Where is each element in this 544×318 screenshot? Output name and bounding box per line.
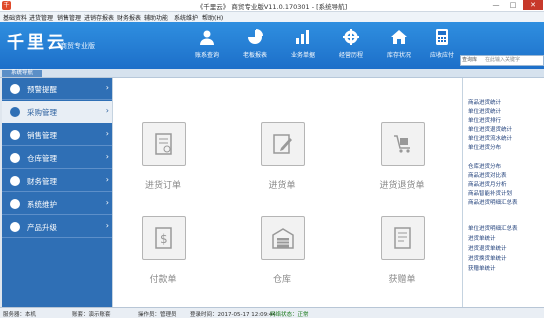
report-link[interactable]: 商品智能补货计划: [468, 189, 512, 197]
sidebar-item-purchase[interactable]: 采购管理 ›: [2, 101, 112, 123]
chevron-right-icon: ›: [105, 221, 109, 230]
report-link-panel: 商品进货统计 单位进货统计 单位进货排行 单位进货退货统计 单位进货流水统计 单…: [462, 78, 544, 307]
report-link[interactable]: 商品进货统计: [468, 98, 501, 106]
report-link[interactable]: 商品进货明细汇总表: [468, 198, 518, 206]
tab-strip: 系统导航: [0, 69, 544, 78]
window-title: 《千里云》 商贸专业版V11.0.170301 - [系统导航]: [196, 3, 348, 11]
calculator-icon: [436, 29, 448, 45]
report-link[interactable]: 商品进货对比表: [468, 171, 507, 179]
report-link[interactable]: 单位进货排行: [468, 116, 501, 124]
cart-icon: [10, 107, 20, 117]
report-link[interactable]: 单位进货退货统计: [468, 125, 512, 133]
payment-doc-icon: $: [155, 227, 172, 249]
menu-purchase[interactable]: 进货管理: [29, 13, 53, 22]
report-link[interactable]: 单位进货统计: [468, 107, 501, 115]
toolbar-business-history[interactable]: 经营历程: [334, 29, 368, 63]
card-purchase-return[interactable]: 进货退货单: [367, 122, 437, 192]
report-link[interactable]: 获赠单统计: [468, 264, 496, 272]
gear-icon: [343, 29, 359, 45]
chevron-right-icon: ›: [105, 152, 109, 161]
close-button[interactable]: ✕: [523, 0, 543, 10]
svg-text:$: $: [160, 232, 168, 246]
sidebar-item-alerts[interactable]: 预警提醒 ›: [2, 78, 112, 100]
report-link[interactable]: 单位进货分布: [468, 143, 501, 151]
search-scope-select[interactable]: 查询库: [462, 56, 483, 65]
brand-logo: 千里云: [7, 33, 67, 53]
title-bar: 千 《千里云》 商贸专业版V11.0.170301 - [系统导航] — □ ✕: [0, 0, 544, 12]
report-link[interactable]: 单位进货明细汇总表: [468, 224, 518, 232]
money-icon: [10, 176, 20, 186]
report-link[interactable]: 进货换货单统计: [468, 254, 507, 262]
card-gift-receipt[interactable]: 获赠单: [367, 216, 437, 286]
order-doc-icon: [155, 133, 172, 155]
report-link[interactable]: 单位进货流水统计: [468, 134, 512, 142]
toolbar-account-query[interactable]: 账系查询: [190, 29, 224, 63]
card-warehouse[interactable]: 仓库: [247, 216, 317, 286]
card-purchase-receipt[interactable]: 进货单: [247, 122, 317, 192]
report-link[interactable]: 进货单统计: [468, 234, 496, 242]
shop-icon: [10, 130, 20, 140]
search-input[interactable]: 在此输入关键字: [485, 56, 520, 65]
toolbar-boss-report[interactable]: 老板报表: [238, 29, 272, 63]
return-cart-icon: [394, 135, 410, 153]
chevron-right-icon: ›: [105, 83, 109, 92]
sidebar-item-sales[interactable]: 销售管理 ›: [2, 124, 112, 146]
card-payment[interactable]: $ 付款单: [128, 216, 198, 286]
bar-chart-icon: [296, 30, 309, 44]
chevron-right-icon: ›: [105, 198, 109, 207]
report-link[interactable]: 仓库进货分布: [468, 162, 501, 170]
pie-chart-icon: [248, 29, 263, 44]
keyword-search[interactable]: 查询库 在此输入关键字: [460, 55, 544, 66]
card-purchase-order[interactable]: 进货订单: [128, 122, 198, 192]
tab-system-nav[interactable]: 系统导航: [2, 70, 42, 77]
warehouse-icon: [272, 228, 294, 249]
menu-finance-reports[interactable]: 财务报表: [117, 13, 141, 22]
sidebar-item-system[interactable]: 系统维护 ›: [2, 193, 112, 215]
minimize-button[interactable]: —: [488, 0, 504, 10]
toolbar-stock-status[interactable]: 库存状况: [382, 29, 416, 63]
menu-inventory-reports[interactable]: 进销存报表: [84, 13, 114, 22]
wrench-icon: [10, 199, 20, 209]
menu-bar: 基础资料 进货管理 销售管理 进销存报表 财务报表 辅助功能 系统维护 帮助(H…: [0, 12, 544, 22]
brand-subtitle: 商贸专业版: [60, 42, 95, 50]
gift-doc-icon: [394, 227, 411, 249]
edit-doc-icon: [273, 134, 292, 154]
chevron-right-icon: ›: [105, 175, 109, 184]
menu-aux-functions[interactable]: 辅助功能: [144, 13, 168, 22]
main-panel: 进货订单 进货单 进货退货单 $ 付款单 仓库 获赠单: [112, 78, 463, 307]
menu-basic-data[interactable]: 基础资料: [3, 13, 27, 22]
sidebar: 预警提醒 › 采购管理 › 销售管理 › 仓库管理 › 财务管理 › 系统维护 …: [2, 78, 112, 307]
sidebar-item-warehouse[interactable]: 仓库管理 ›: [2, 147, 112, 169]
menu-system[interactable]: 系统维护: [174, 13, 198, 22]
toolbar-receivable-payable[interactable]: 应收应付: [425, 29, 459, 63]
toolbar-business-docs[interactable]: 业务单据: [286, 29, 320, 63]
person-icon: [200, 30, 214, 45]
sidebar-item-upgrade[interactable]: 产品升级 ›: [2, 216, 112, 238]
chevron-right-icon: ›: [105, 129, 109, 138]
chevron-right-icon: ›: [105, 106, 109, 115]
menu-help[interactable]: 帮助(H): [202, 13, 223, 22]
upgrade-icon: [10, 222, 20, 232]
status-bar: 服务器：本机 账套：演示账套 操作员：管理员 登录时间：2017-05-17 1…: [0, 307, 544, 318]
sidebar-item-finance[interactable]: 财务管理 ›: [2, 170, 112, 192]
maximize-button[interactable]: □: [505, 0, 521, 10]
menu-sales[interactable]: 销售管理: [57, 13, 81, 22]
info-icon: [10, 84, 20, 94]
home-icon: [391, 30, 407, 44]
report-link[interactable]: 进货退货单统计: [468, 244, 507, 252]
report-link[interactable]: 商品进货月分析: [468, 180, 507, 188]
warehouse-icon: [10, 153, 20, 163]
